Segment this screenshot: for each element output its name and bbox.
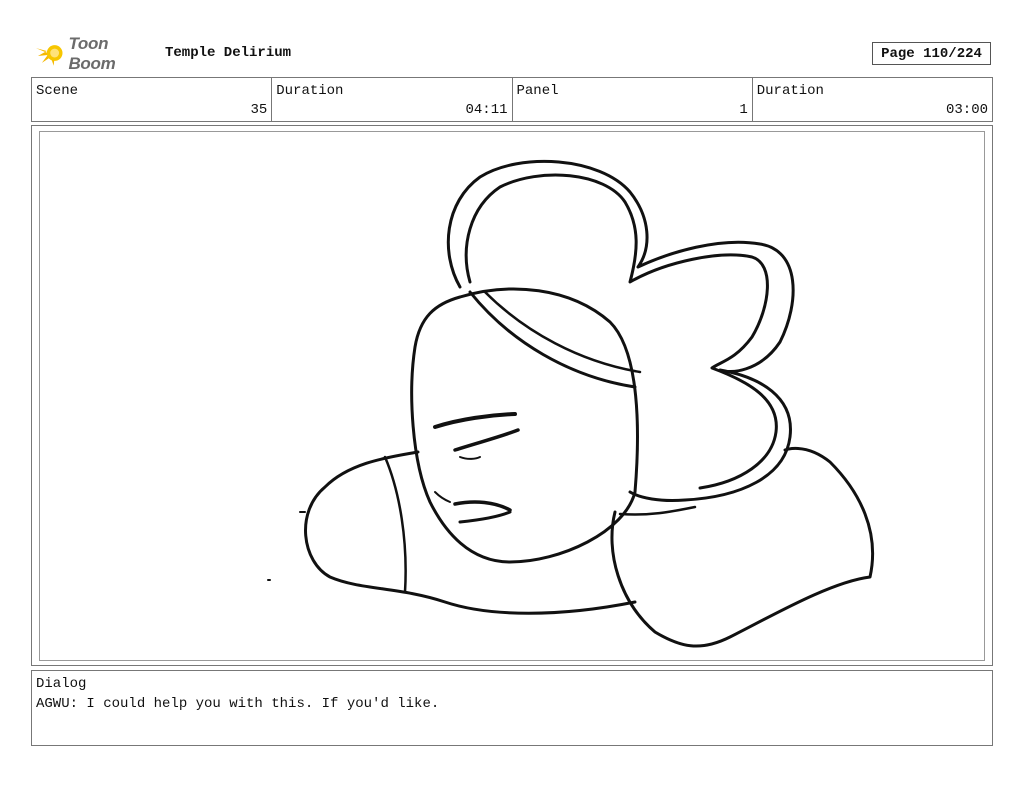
hair-bun-inner (464, 173, 778, 490)
left-shoulder (304, 450, 637, 615)
scene-duration-value: 04:11 (465, 102, 508, 118)
panel-value: 1 (739, 102, 748, 118)
right-shoulder (610, 447, 875, 648)
panel-info-row: Scene 35 Duration 04:11 Panel 1 Duration… (31, 77, 993, 122)
scene-duration-label: Duration (276, 83, 344, 99)
dialog-text: AGWU: I could help you with this. If you… (36, 696, 440, 712)
scene-cell: Scene 35 (32, 78, 273, 121)
scene-duration-cell: Duration 04:11 (272, 78, 513, 121)
eye-upper (433, 412, 517, 429)
toon-boom-star-icon (35, 45, 63, 66)
project-title: Temple Delirium (165, 45, 292, 61)
headband-line-1 (468, 290, 637, 389)
hair-bun-outer (446, 159, 795, 502)
page-number: Page 110/224 (872, 42, 991, 65)
storyboard-panel (31, 125, 993, 666)
logo-text: Toon Boom (68, 34, 116, 73)
panel-cell: Panel 1 (513, 78, 753, 121)
left-arm-line (383, 455, 407, 594)
eye-lash (459, 456, 481, 460)
panel-duration-cell: Duration 03:00 (753, 78, 992, 121)
scene-label: Scene (36, 83, 79, 99)
ear-line (434, 491, 451, 503)
panel-sketch (267, 159, 875, 648)
panel-duration-value: 03:00 (945, 102, 988, 118)
panel-duration-label: Duration (756, 83, 824, 99)
right-arm-line (618, 505, 697, 516)
mouth-upper (453, 500, 512, 512)
scene-value: 35 (250, 102, 268, 118)
dialog-box: Dialog AGWU: I could help you with this.… (31, 670, 993, 746)
dialog-label: Dialog (36, 676, 87, 692)
panel-frame (39, 131, 985, 661)
toon-boom-logo: Toon Boom (34, 34, 158, 73)
panel-label: Panel (516, 83, 559, 99)
mouth-lower (458, 510, 512, 524)
eye-lower (453, 428, 520, 452)
